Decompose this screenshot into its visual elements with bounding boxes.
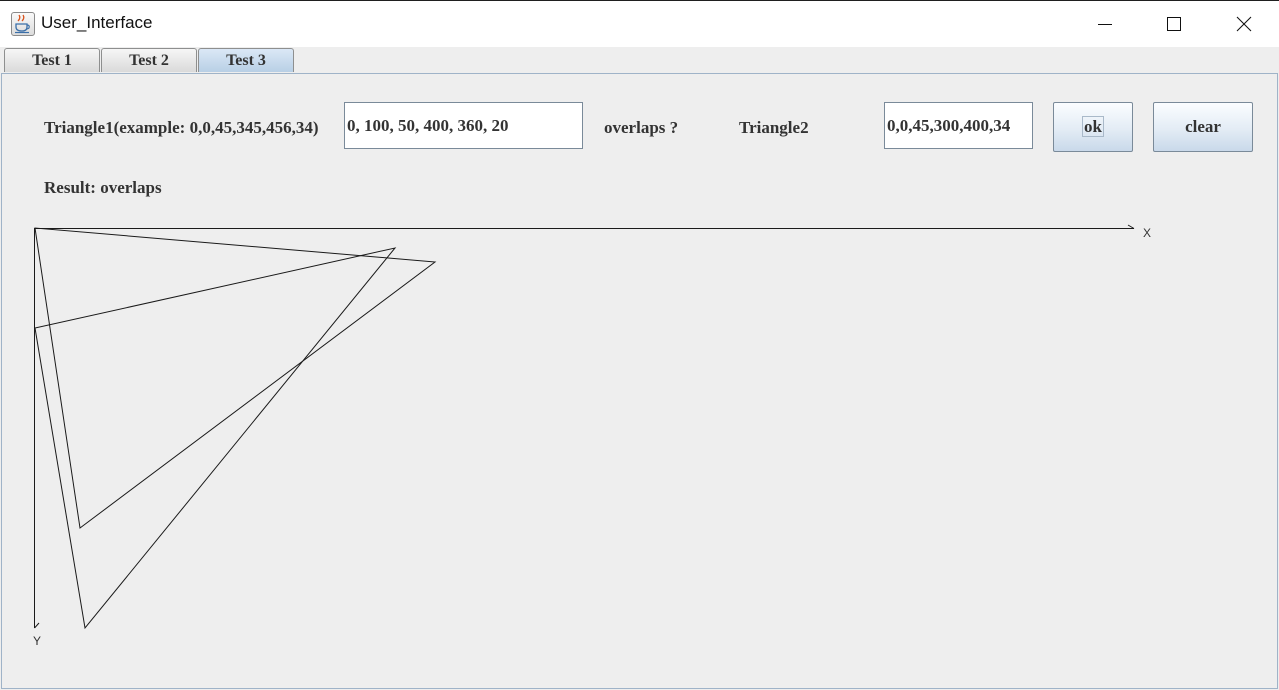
minimize-icon bbox=[1098, 24, 1112, 25]
minimize-button[interactable] bbox=[1070, 1, 1140, 47]
java-coffee-icon bbox=[11, 12, 35, 36]
close-icon bbox=[1236, 16, 1252, 32]
tab-strip: Test 1 Test 2 Test 3 bbox=[0, 46, 1279, 74]
tab-test-2[interactable]: Test 2 bbox=[101, 48, 197, 72]
maximize-button[interactable] bbox=[1139, 1, 1209, 47]
x-axis-arrow bbox=[1127, 224, 1135, 229]
y-axis-arrow bbox=[34, 622, 40, 629]
title-bar: User_Interface bbox=[0, 0, 1279, 47]
window-title: User_Interface bbox=[41, 13, 153, 32]
tab-test-1[interactable]: Test 1 bbox=[4, 48, 100, 72]
triangle1-shape bbox=[34, 247, 397, 630]
maximize-icon bbox=[1167, 17, 1181, 31]
drawing-canvas: X Y bbox=[33, 224, 1151, 648]
x-axis-label: X bbox=[1143, 226, 1151, 240]
close-button[interactable] bbox=[1209, 1, 1279, 47]
tab-test-3[interactable]: Test 3 bbox=[198, 48, 294, 72]
test-3-panel: Triangle1(example: 0,0,45,345,456,34) ov… bbox=[1, 73, 1278, 689]
y-axis-label: Y bbox=[33, 634, 41, 648]
